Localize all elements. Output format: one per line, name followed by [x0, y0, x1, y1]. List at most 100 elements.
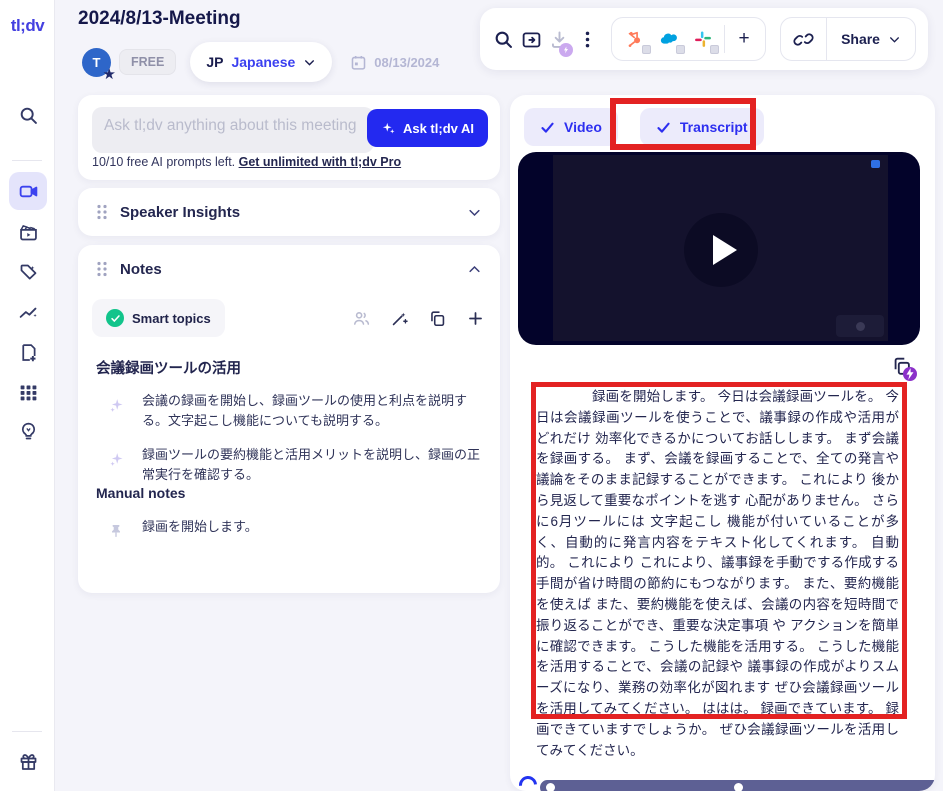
ai-sparkle-icon [108, 391, 128, 431]
left-sidebar: tl;dv [0, 0, 55, 791]
sidebar-item-clips[interactable] [9, 213, 47, 251]
chevron-down-icon [888, 33, 901, 46]
play-button[interactable] [684, 213, 758, 287]
sidebar-item-ideas[interactable] [9, 412, 47, 450]
tldv-logo: tl;dv [0, 16, 55, 36]
chevron-down-icon[interactable] [467, 205, 482, 220]
play-icon [713, 235, 737, 265]
speaker-insights-title: Speaker Insights [120, 204, 467, 221]
ai-note-item[interactable]: 録画ツールの要約機能と活用メリットを説明し、録画の正常実行を確認する。 [108, 445, 480, 485]
ai-note-item[interactable]: 会議の録画を開始し、録画ツールの使用と利点を説明する。文字起こし機能についても説… [108, 391, 480, 431]
pip-thumbnail[interactable] [836, 315, 884, 337]
download-button[interactable] [549, 23, 571, 55]
notes-card: Notes Smart topics 会議録画ツールの活用 会議の録画を開始し、… [78, 245, 500, 593]
gift-icon [18, 751, 39, 772]
copy-link-button[interactable] [781, 18, 827, 60]
ask-ai-input[interactable] [92, 107, 374, 153]
ai-note-text: 会議の録画を開始し、録画ツールの使用と利点を説明する。文字起こし機能についても説… [142, 391, 480, 431]
sidebar-item-apps[interactable] [9, 373, 47, 411]
salesforce-integration-button[interactable] [652, 22, 686, 56]
progress-marker[interactable] [734, 783, 743, 791]
chevron-up-icon[interactable] [467, 262, 482, 277]
ask-ai-panel: Ask tl;dv AI 10/10 free AI prompts left.… [78, 95, 500, 180]
date-text: 08/13/2024 [374, 55, 439, 70]
meeting-date: 08/13/2024 [350, 54, 439, 71]
slack-integration-button[interactable] [686, 22, 720, 56]
sync-spinner-icon [515, 772, 540, 791]
integration-divider [724, 25, 725, 53]
add-integration-button[interactable]: + [729, 24, 759, 54]
integration-status-chip [642, 45, 651, 54]
meeting-meta-row: T ★ FREE JP Japanese 08/13/2024 [82, 44, 439, 80]
smart-topic-heading: 会議録画ツールの活用 [96, 357, 241, 378]
share-label: Share [841, 31, 880, 47]
hubspot-integration-button[interactable] [618, 22, 652, 56]
transcript-text[interactable]: 録画を開始します。 今日は会議録画ツールを。 今日は会議録画ツールを使うことで、… [536, 387, 899, 761]
pro-lightning-badge [903, 367, 917, 381]
avatar[interactable]: T ★ [82, 48, 111, 77]
media-tabs: Video Transcript [524, 108, 764, 146]
meeting-toolbar: + Share [480, 8, 928, 70]
notes-toolbar: Smart topics [92, 299, 486, 337]
upgrade-link[interactable]: Get unlimited with tl;dv Pro [239, 155, 402, 169]
sidebar-item-highlights[interactable] [9, 253, 47, 291]
share-button[interactable]: Share [827, 31, 915, 47]
manual-note-item[interactable]: 録画を開始します。 [108, 517, 480, 539]
ai-sparkle-icon [108, 445, 128, 485]
ask-ai-label: Ask tl;dv AI [403, 121, 474, 136]
prompts-remaining: 10/10 free AI prompts left. Get unlimite… [92, 155, 401, 169]
manual-notes-heading: Manual notes [96, 485, 185, 501]
app-window: tl;dv 2024/8/13-Meeting [0, 0, 943, 791]
notes-header[interactable]: Notes [78, 245, 500, 293]
sidebar-item-rewards[interactable] [9, 742, 47, 780]
sparkle-icon [381, 121, 396, 136]
notes-actions [350, 307, 486, 329]
copy-transcript-button[interactable] [891, 355, 915, 379]
add-note-button[interactable] [464, 307, 486, 329]
video-player[interactable] [518, 152, 920, 345]
copy-notes-button[interactable] [426, 307, 448, 329]
tab-transcript-label: Transcript [680, 119, 748, 135]
ask-ai-button[interactable]: Ask tl;dv AI [367, 109, 488, 147]
more-options-button[interactable] [577, 23, 599, 55]
integration-status-chip [710, 45, 719, 54]
tab-video-label: Video [564, 119, 602, 135]
move-to-folder-button[interactable] [520, 23, 542, 55]
assign-people-button[interactable] [350, 307, 372, 329]
sidebar-item-analytics[interactable] [9, 293, 47, 331]
check-icon [540, 120, 555, 135]
sidebar-item-templates[interactable] [9, 333, 47, 371]
sidebar-item-search[interactable] [9, 96, 47, 134]
progress-marker[interactable] [546, 783, 555, 791]
video-progress-bar[interactable] [540, 780, 935, 791]
search-in-meeting-button[interactable] [492, 23, 514, 55]
notes-title: Notes [120, 261, 467, 278]
lightbulb-icon [18, 421, 39, 442]
tab-transcript[interactable]: Transcript [640, 108, 764, 146]
smart-topics-toggle[interactable]: Smart topics [92, 299, 225, 337]
drag-handle-icon[interactable] [96, 261, 108, 277]
trend-chart-icon [18, 302, 39, 323]
avatar-star-icon: ★ [103, 65, 116, 83]
ai-note-text: 録画ツールの要約機能と活用メリットを説明し、録画の正常実行を確認する。 [142, 445, 480, 485]
camera-indicator-icon [871, 160, 880, 168]
avatar-initial: T [93, 55, 101, 70]
ai-rewrite-button[interactable] [388, 307, 410, 329]
prompts-left-text: 10/10 free AI prompts left. [92, 155, 239, 169]
tag-sparkle-icon [18, 262, 39, 283]
chevron-down-icon [303, 56, 316, 69]
speaker-insights-header[interactable]: Speaker Insights [78, 188, 500, 236]
share-group: Share [780, 17, 916, 61]
drag-handle-icon[interactable] [96, 204, 108, 220]
upgrade-lock-badge [559, 43, 573, 57]
calendar-icon [350, 54, 367, 71]
language-selector[interactable]: JP Japanese [190, 42, 332, 82]
tab-video[interactable]: Video [524, 108, 618, 146]
manual-note-text: 録画を開始します。 [142, 517, 258, 539]
sidebar-item-meetings[interactable] [9, 172, 47, 210]
page-title: 2024/8/13-Meeting [78, 8, 241, 30]
language-code: JP [206, 54, 223, 70]
integrations-group: + [611, 17, 766, 61]
check-circle-icon [106, 309, 124, 327]
pip-avatar [856, 322, 865, 331]
